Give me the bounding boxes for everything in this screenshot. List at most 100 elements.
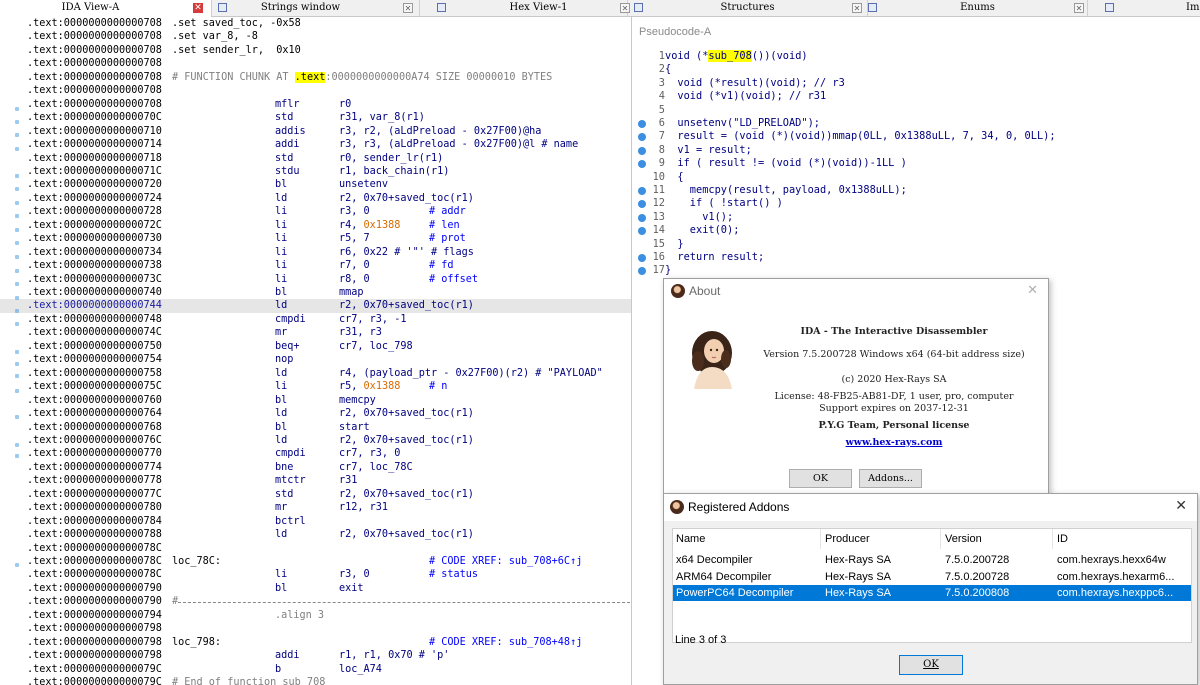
ida-view-a[interactable]: .text:0000000000000708 .set saved_toc, -0… xyxy=(0,17,632,685)
addons-button[interactable]: Addons... xyxy=(859,469,922,488)
disasm-line[interactable]: .text:0000000000000734 li r6, 0x22 # '"' #… xyxy=(0,246,631,260)
disasm-line[interactable]: .text:0000000000000744 ld r2, 0x70+saved_t… xyxy=(0,299,631,313)
disasm-line[interactable]: .text:000000000000071C stdu r1, back_chain… xyxy=(0,165,631,179)
tab-hex-view-1[interactable]: Hex View-1 ✕ xyxy=(420,0,630,17)
tab-label: Strings window xyxy=(260,2,341,13)
disasm-line[interactable]: .text:000000000000070C std r31, var_8(r1) xyxy=(0,111,631,125)
disasm-line[interactable]: .text:0000000000000738 li r7, 0 # fd xyxy=(0,259,631,273)
disasm-line[interactable]: .text:0000000000000720 bl unsetenv xyxy=(0,178,631,192)
disasm-line[interactable]: .text:000000000000075C li r5, 0x1388 # n xyxy=(0,380,631,394)
pseudocode-line[interactable]: 16 return result; xyxy=(633,251,1200,264)
disasm-line[interactable]: .text:0000000000000768 bl start xyxy=(0,421,631,435)
disasm-line[interactable]: .text:000000000000078C li r3, 0 # status xyxy=(0,568,631,582)
tab-strings-window[interactable]: Strings window ✕ xyxy=(212,0,420,17)
disasm-line[interactable]: .text:0000000000000718 std r0, sender_lr(r… xyxy=(0,152,631,166)
close-icon[interactable]: ✕ xyxy=(193,3,203,13)
disasm-line[interactable]: .text:0000000000000708 # FUNCTION CHUNK A… xyxy=(0,71,631,85)
disasm-line[interactable]: .text:0000000000000708 .set saved_toc, -0… xyxy=(0,17,631,31)
addons-ok-button[interactable]: OK xyxy=(899,655,963,675)
disasm-line[interactable]: .text:0000000000000754 nop xyxy=(0,353,631,367)
disasm-line[interactable]: .text:0000000000000710 addis r3, r2, (aLdP… xyxy=(0,125,631,139)
disasm-line[interactable]: .text:0000000000000764 ld r2, 0x70+saved_t… xyxy=(0,407,631,421)
disasm-line[interactable]: .text:0000000000000708 .set var_8, -8 xyxy=(0,30,631,44)
tab-imports[interactable]: Im xyxy=(1088,0,1200,17)
pseudocode-line[interactable]: 12 if ( !start() ) xyxy=(633,197,1200,210)
hex-rays-link[interactable]: www.hex-rays.com xyxy=(846,437,943,448)
close-icon[interactable]: ✕ xyxy=(1175,498,1187,514)
disasm-line[interactable]: .text:0000000000000708 xyxy=(0,57,631,71)
disasm-line[interactable]: .text:000000000000078C xyxy=(0,542,631,556)
column-header[interactable]: Producer xyxy=(825,529,940,549)
disasm-line[interactable]: .text:000000000000078C loc_78C: # CODE XRE… xyxy=(0,555,631,569)
tab-enums[interactable]: Enums ✕ xyxy=(868,0,1088,17)
disasm-line[interactable]: .text:0000000000000708 mflr r0 xyxy=(0,98,631,112)
column-header[interactable]: Version xyxy=(945,529,1050,549)
disasm-line[interactable]: .text:0000000000000798 xyxy=(0,622,631,636)
pseudocode-line[interactable]: 5 xyxy=(633,104,1200,117)
disasm-line[interactable]: .text:0000000000000798 addi r1, r1, 0x70 #… xyxy=(0,649,631,663)
close-icon[interactable]: ✕ xyxy=(403,3,413,13)
disasm-line[interactable]: .text:000000000000079C # End of function … xyxy=(0,676,631,685)
disasm-line[interactable]: .text:0000000000000730 li r5, 7 # prot xyxy=(0,232,631,246)
close-icon[interactable]: ✕ xyxy=(852,3,862,13)
disasm-line[interactable]: .text:000000000000074C mr r31, r3 xyxy=(0,326,631,340)
close-icon[interactable]: ✕ xyxy=(1074,3,1084,13)
pseudocode-line[interactable]: 9 if ( result != (void (*)(void))-1LL ) xyxy=(633,157,1200,170)
disasm-line[interactable]: .text:0000000000000750 beq+ cr7, loc_798 xyxy=(0,340,631,354)
registered-addons-dialog: Registered Addons ✕ Name Producer Versio… xyxy=(663,493,1198,685)
disasm-line[interactable]: .text:0000000000000780 mr r12, r31 xyxy=(0,501,631,515)
line-number: 3 xyxy=(658,76,665,89)
disasm-line[interactable]: .text:0000000000000790 bl exit xyxy=(0,582,631,596)
column-header[interactable]: ID xyxy=(1057,529,1188,549)
disasm-line[interactable]: .text:000000000000077C std r2, 0x70+saved_… xyxy=(0,488,631,502)
pseudocode-line[interactable]: 1 void (*sub_708())(void) xyxy=(633,50,1200,63)
address-label: .text:0000000000000718 xyxy=(27,152,162,164)
mnemonic: b xyxy=(275,663,282,675)
disasm-line[interactable]: .text:0000000000000708 .set sender_lr, 0x… xyxy=(0,44,631,58)
operands: r5, 0x1388 xyxy=(339,381,401,393)
disasm-line[interactable]: .text:0000000000000784 bctrl xyxy=(0,515,631,529)
disasm-line[interactable]: .text:000000000000073C li r8, 0 # offset xyxy=(0,273,631,287)
disasm-line[interactable]: .text:0000000000000748 cmpdi cr7, r3, -1 xyxy=(0,313,631,327)
pseudocode-line[interactable]: 7 result = (void (*)(void))mmap(0LL, 0x1… xyxy=(633,130,1200,143)
disasm-line[interactable]: .text:0000000000000758 ld r4, (payload_ptr… xyxy=(0,367,631,381)
pseudocode-line[interactable]: 6 unsetenv("LD_PRELOAD"); xyxy=(633,117,1200,130)
table-row[interactable]: x64 Decompiler Hex-Rays SA 7.5.0.200728 com… xyxy=(673,552,1191,568)
pseudocode-line[interactable]: 10 { xyxy=(633,171,1200,184)
pseudocode-line[interactable]: 2{ xyxy=(633,63,1200,76)
disasm-line[interactable]: .text:0000000000000714 addi r3, r3, (aLdPr… xyxy=(0,138,631,152)
disasm-line[interactable]: .text:0000000000000740 bl mmap xyxy=(0,286,631,300)
pseudocode-line[interactable]: 13 v1(); xyxy=(633,211,1200,224)
addon-name: ARM64 Decompiler xyxy=(676,570,772,583)
pseudocode-line[interactable]: 17} xyxy=(633,264,1200,277)
pseudocode-line[interactable]: 14 exit(0); xyxy=(633,224,1200,237)
disasm-line[interactable]: .text:0000000000000794 .align 3 xyxy=(0,609,631,623)
about-ok-button[interactable]: OK xyxy=(789,469,852,488)
disasm-line[interactable]: .text:0000000000000770 cmpdi cr7, r3, 0 xyxy=(0,447,631,461)
disasm-line[interactable]: .text:0000000000000778 mtctr r31 xyxy=(0,474,631,488)
disasm-line[interactable]: .text:0000000000000724 ld r2, 0x70+saved_t… xyxy=(0,192,631,206)
disasm-line[interactable]: .text:0000000000000790 # xyxy=(0,595,631,609)
pseudocode-line[interactable]: 3 void (*result)(void); // r3 xyxy=(633,77,1200,90)
tab-ida-view-a[interactable]: IDA View-A ✕ xyxy=(0,0,212,17)
pseudocode-line[interactable]: 15 } xyxy=(633,238,1200,251)
disasm-line[interactable]: .text:000000000000079C b loc_A74 xyxy=(0,663,631,677)
disasm-line[interactable]: .text:0000000000000708 xyxy=(0,84,631,98)
tab-structures[interactable]: Structures ✕ xyxy=(628,0,868,17)
addons-table[interactable]: Name Producer Version ID x64 Decompiler H… xyxy=(672,528,1192,643)
pseudocode-line[interactable]: 8 v1 = result; xyxy=(633,144,1200,157)
disasm-line[interactable]: .text:0000000000000760 bl memcpy xyxy=(0,394,631,408)
disasm-line[interactable]: .text:0000000000000728 li r3, 0 # addr xyxy=(0,205,631,219)
disasm-line[interactable]: .text:000000000000076C ld r2, 0x70+saved_t… xyxy=(0,434,631,448)
table-row[interactable]: PowerPC64 Decompiler Hex-Rays SA 7.5.0.200… xyxy=(673,585,1191,601)
column-header[interactable]: Name xyxy=(676,529,816,549)
disasm-line[interactable]: .text:000000000000072C li r4, 0x1388 # len xyxy=(0,219,631,233)
pseudocode-line[interactable]: 11 memcpy(result, payload, 0x1388uLL); xyxy=(633,184,1200,197)
close-icon[interactable]: ✕ xyxy=(1027,283,1038,298)
pseudocode-line[interactable]: 4 void (*v1)(void); // r31 xyxy=(633,90,1200,103)
disasm-line[interactable]: .text:0000000000000788 ld r2, 0x70+saved_t… xyxy=(0,528,631,542)
table-row[interactable]: ARM64 Decompiler Hex-Rays SA 7.5.0.200728 c… xyxy=(673,569,1191,585)
disasm-line[interactable]: .text:0000000000000774 bne cr7, loc_78C xyxy=(0,461,631,475)
address-label: .text:000000000000076C xyxy=(27,434,162,446)
disasm-line[interactable]: .text:0000000000000798 loc_798: # CODE XRE… xyxy=(0,636,631,650)
